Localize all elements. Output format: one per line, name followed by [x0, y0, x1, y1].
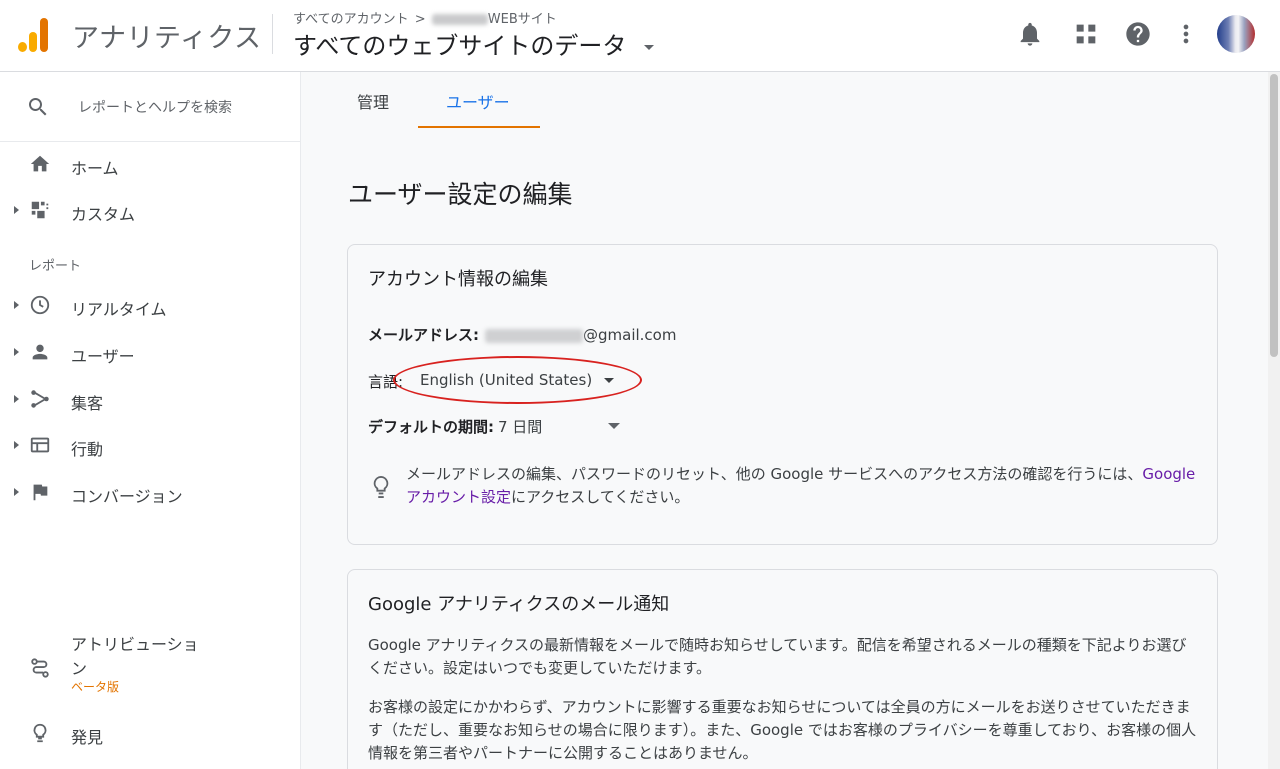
sidebar-item-conversions[interactable]: コンバージョン: [0, 473, 301, 513]
email-notifications-card: Google アナリティクスのメール通知 Google アナリティクスの最新情報…: [347, 569, 1218, 769]
sidebar-item-label: ユーザー: [71, 347, 135, 366]
breadcrumb[interactable]: すべてのアカウント > WEBサイト: [293, 8, 557, 27]
scrollbar[interactable]: [1268, 72, 1280, 769]
lightbulb-icon: [33, 723, 47, 743]
view-title: すべてのウェブサイトのデータ: [293, 32, 627, 60]
sidebar-item-label: 発見: [71, 728, 104, 747]
period-value: 7 日間: [498, 418, 543, 436]
breadcrumb-site[interactable]: WEBサイト: [488, 12, 557, 27]
card-title: Google アナリティクスのメール通知: [368, 594, 670, 615]
active-tab-indicator: [418, 126, 540, 128]
tip-text-before: メールアドレスの編集、パスワードのリセット、他の Google サービスへのアク…: [406, 465, 1143, 483]
breadcrumb-root[interactable]: すべてのアカウント: [293, 12, 409, 27]
search-icon[interactable]: [26, 95, 50, 119]
sidebar-item-label: カスタム: [71, 205, 136, 224]
email-label: メールアドレス:: [368, 326, 479, 344]
apps-icon[interactable]: [1072, 20, 1100, 48]
sidebar-item-behavior[interactable]: 行動: [0, 426, 301, 466]
notification-intro-text: Google アナリティクスの最新情報をメールで随時お知らせしています。配信を希…: [368, 636, 1187, 677]
sidebar-item-home[interactable]: ホーム: [0, 145, 301, 185]
email-domain: @gmail.com: [583, 326, 677, 344]
chevron-down-icon: [644, 44, 654, 50]
more-vert-icon[interactable]: [1172, 20, 1200, 48]
person-icon: [32, 344, 48, 360]
sidebar-item-label: コンバージョン: [71, 487, 183, 506]
default-period-row[interactable]: デフォルトの期間: 7 日間: [368, 416, 628, 437]
sidebar-item-discover[interactable]: 発見: [0, 714, 301, 754]
home-icon: [30, 155, 50, 172]
top-header: アナリティクス すべてのアカウント > WEBサイト すべてのウェブサイトのデー…: [0, 0, 1280, 72]
sidebar-item-custom[interactable]: カスタム: [0, 191, 301, 231]
expand-arrow-icon[interactable]: [14, 301, 19, 309]
flag-icon: [33, 484, 48, 501]
sidebar-item-label: ホーム: [71, 159, 119, 178]
notification-policy-text: お客様の設定にかかわらず、アカウントに影響する重要なお知らせについては全員の方に…: [368, 698, 1197, 762]
redacted-email: [485, 328, 583, 343]
annotation-ellipse: [393, 356, 642, 404]
email-row: メールアドレス: @gmail.com: [368, 324, 676, 345]
account-settings-tip: メールアドレスの編集、パスワードのリセット、他の Google サービスへのアク…: [406, 463, 1206, 509]
sidebar-item-users[interactable]: ユーザー: [0, 333, 301, 373]
chevron-down-icon[interactable]: [608, 423, 620, 429]
sidebar-item-realtime[interactable]: リアルタイム: [0, 286, 301, 326]
view-selector[interactable]: すべてのウェブサイトのデータ: [293, 26, 654, 61]
reports-section-label: レポート: [29, 259, 82, 274]
breadcrumb-separator: >: [414, 12, 426, 27]
gear-icon: [29, 764, 51, 769]
scroll-thumb[interactable]: [1270, 74, 1278, 357]
attribution-icon: [31, 658, 49, 678]
tab-admin[interactable]: 管理: [357, 89, 389, 113]
lightbulb-icon: [373, 475, 389, 498]
sidebar-item-attribution[interactable]: アトリビューション: [71, 633, 211, 681]
period-label: デフォルトの期間:: [368, 418, 494, 436]
tip-text-after: にアクセスしてください。: [511, 488, 690, 506]
expand-arrow-icon[interactable]: [14, 488, 19, 496]
expand-arrow-icon[interactable]: [14, 206, 19, 214]
sidebar-item-label: リアルタイム: [71, 300, 167, 319]
behavior-icon: [30, 437, 50, 453]
expand-arrow-icon[interactable]: [14, 395, 19, 403]
sidebar-item-label: 行動: [71, 440, 104, 459]
avatar[interactable]: [1217, 15, 1255, 53]
page-title: ユーザー設定の編集: [348, 180, 573, 209]
expand-arrow-icon[interactable]: [14, 441, 19, 449]
analytics-logo-icon[interactable]: [18, 16, 50, 52]
tab-user[interactable]: ユーザー: [446, 89, 510, 113]
clock-icon: [30, 295, 50, 315]
app-name[interactable]: アナリティクス: [72, 16, 262, 55]
search-input[interactable]: レポートとヘルプを検索: [78, 97, 232, 117]
expand-arrow-icon[interactable]: [14, 348, 19, 356]
beta-badge: ベータ版: [71, 680, 120, 694]
header-divider: [272, 14, 273, 54]
bell-icon[interactable]: [1016, 20, 1044, 48]
sidebar-item-admin[interactable]: 管理: [0, 756, 301, 769]
sidebar-search[interactable]: レポートとヘルプを検索: [0, 72, 301, 142]
sidebar: レポートとヘルプを検索 ホーム カスタム レポート リアルタイム ユーザー 集客…: [0, 72, 301, 769]
redacted-site-name: [431, 14, 488, 25]
sidebar-item-label: 集客: [71, 394, 104, 413]
sidebar-item-acquisition[interactable]: 集客: [0, 380, 301, 420]
card-title: アカウント情報の編集: [368, 269, 548, 290]
custom-dashboard-icon: [31, 201, 49, 219]
acquisition-icon: [31, 390, 49, 408]
main-content: 管理 ユーザー ユーザー設定の編集 アカウント情報の編集 メールアドレス: @gm…: [301, 72, 1268, 769]
help-icon[interactable]: [1124, 20, 1152, 48]
